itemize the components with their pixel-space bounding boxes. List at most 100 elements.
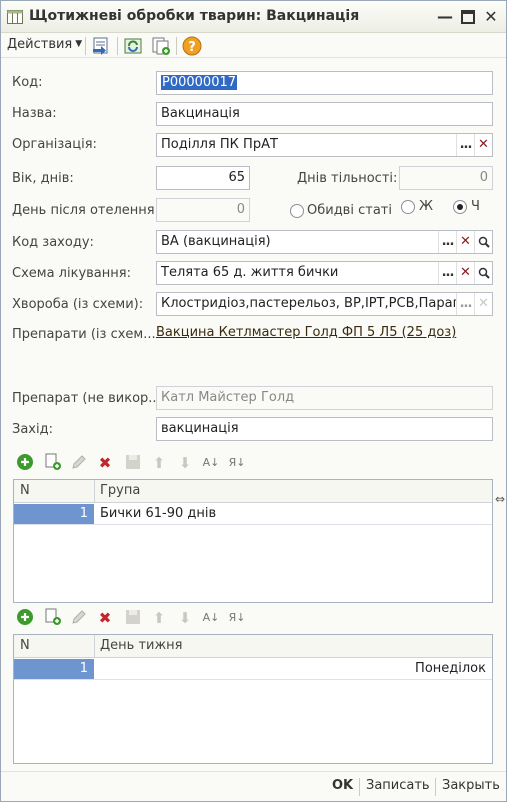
select-dots-icon[interactable]: ... bbox=[438, 262, 456, 284]
add-row-icon[interactable] bbox=[15, 608, 35, 628]
sex-male-label: Ч bbox=[471, 199, 480, 214]
sort-asc-icon[interactable]: A↓ bbox=[201, 453, 221, 473]
resize-cursor-icon: ⇔ bbox=[495, 492, 506, 506]
pregnancy-days-field: 0 bbox=[399, 166, 493, 190]
chevron-down-icon: ▼ bbox=[75, 39, 83, 49]
add-row-icon[interactable] bbox=[15, 453, 35, 473]
code-field[interactable]: P00000017 bbox=[156, 71, 493, 95]
drugs-label: Препарати (із схем... bbox=[12, 327, 156, 342]
save-disk-icon bbox=[123, 453, 143, 473]
move-up-icon: ⬆ bbox=[152, 454, 166, 472]
document-window: Щотижневі обробки тварин: Вакцинація — ✕… bbox=[0, 0, 507, 802]
actions-menu[interactable]: Действия ▼ bbox=[7, 37, 82, 52]
age-field[interactable]: 65 bbox=[156, 166, 250, 190]
organization-field[interactable]: Поділля ПК ПрАТ ... ✕ bbox=[156, 133, 493, 157]
open-magnifier-icon[interactable] bbox=[474, 262, 492, 284]
column-n[interactable]: N bbox=[20, 483, 30, 498]
title-bar[interactable]: Щотижневі обробки тварин: Вакцинація — ✕ bbox=[1, 1, 506, 33]
clear-x-icon[interactable]: ✕ bbox=[456, 231, 474, 253]
clear-x-icon[interactable]: ✕ bbox=[456, 262, 474, 284]
code-value: P00000017 bbox=[161, 75, 238, 90]
name-label: Назва: bbox=[12, 106, 57, 121]
delete-row-icon[interactable]: ✖ bbox=[95, 453, 115, 473]
actions-label: Действия bbox=[7, 37, 73, 52]
sort-asc-icon[interactable]: A↓ bbox=[201, 608, 221, 628]
edit-row-icon bbox=[69, 453, 89, 473]
column-group[interactable]: Група bbox=[100, 483, 140, 498]
sex-both-radio[interactable] bbox=[290, 204, 304, 218]
toolbar-divider bbox=[176, 37, 177, 55]
measure-label: Захід: bbox=[12, 422, 53, 437]
measure-code-field[interactable]: ВА (вакцинація) ... ✕ bbox=[156, 230, 493, 254]
edit-row-icon bbox=[69, 608, 89, 628]
copy-row-icon[interactable] bbox=[43, 608, 63, 628]
copy-doc-icon[interactable] bbox=[151, 36, 171, 56]
pregnancy-days-label: Днів тільності: bbox=[297, 171, 398, 186]
svg-text:?: ? bbox=[188, 40, 196, 55]
close-button[interactable]: Закрыть bbox=[442, 778, 500, 793]
measure-field[interactable]: вакцинація bbox=[156, 417, 493, 441]
maximize-icon[interactable] bbox=[458, 7, 478, 27]
post-and-close-icon[interactable] bbox=[91, 36, 111, 56]
help-icon[interactable]: ? bbox=[182, 36, 202, 56]
column-weekday[interactable]: День тижня bbox=[100, 638, 183, 653]
organization-value: Поділля ПК ПрАТ bbox=[161, 137, 278, 152]
measure-code-value: ВА (вакцинація) bbox=[161, 234, 271, 249]
minimize-icon[interactable]: — bbox=[435, 7, 455, 27]
organization-label: Організація: bbox=[12, 137, 97, 152]
open-magnifier-icon[interactable] bbox=[474, 231, 492, 253]
measure-code-label: Код заходу: bbox=[12, 235, 94, 250]
move-down-icon: ⬇ bbox=[178, 454, 192, 472]
document-journal-icon bbox=[7, 10, 23, 24]
drug-unused-label: Препарат (не викор... bbox=[12, 391, 161, 406]
column-divider bbox=[94, 635, 95, 658]
sort-desc-icon[interactable]: Я↓ bbox=[227, 453, 247, 473]
delete-row-icon[interactable]: ✖ bbox=[95, 608, 115, 628]
code-label: Код: bbox=[12, 75, 43, 90]
ok-button[interactable]: OK bbox=[332, 778, 353, 793]
weekdays-grid[interactable]: N День тижня 1 Понеділок bbox=[13, 634, 493, 764]
refresh-icon[interactable] bbox=[123, 36, 143, 56]
row-group-value: Бички 61-90 днів bbox=[100, 506, 217, 521]
clear-x-icon[interactable]: ✕ bbox=[474, 134, 492, 156]
drug-unused-field: Катл Майстер Голд bbox=[156, 386, 493, 410]
sort-desc-icon[interactable]: Я↓ bbox=[227, 608, 247, 628]
copy-row-icon[interactable] bbox=[43, 453, 63, 473]
groups-grid-header: N Група bbox=[14, 480, 492, 503]
save-disk-icon bbox=[123, 608, 143, 628]
sex-male-radio[interactable] bbox=[453, 200, 467, 214]
move-down-icon: ⬇ bbox=[178, 609, 192, 627]
days-after-calving-field: 0 bbox=[156, 198, 250, 222]
toolbar-divider bbox=[85, 37, 86, 55]
toolbar: Действия ▼ ? bbox=[1, 33, 506, 58]
toolbar-divider bbox=[117, 37, 118, 55]
days-after-calving-label: День після отелення: bbox=[12, 203, 159, 218]
row-number: 1 bbox=[14, 659, 94, 679]
sex-female-label: Ж bbox=[419, 199, 434, 214]
row-number: 1 bbox=[14, 504, 94, 524]
move-up-icon: ⬆ bbox=[152, 609, 166, 627]
select-dots-icon[interactable]: ... bbox=[438, 231, 456, 253]
disease-label: Хвороба (із схеми): bbox=[12, 297, 144, 312]
table-row[interactable]: 1 Понеділок bbox=[14, 659, 492, 680]
column-divider bbox=[94, 480, 95, 503]
groups-grid[interactable]: N Група 1 Бички 61-90 днів bbox=[13, 479, 493, 603]
name-field[interactable]: Вакцинація bbox=[156, 102, 493, 126]
column-n[interactable]: N bbox=[20, 638, 30, 653]
days-grid-toolbar: ✖ ⬆ ⬇ A↓ Я↓ bbox=[13, 606, 493, 630]
close-icon[interactable]: ✕ bbox=[481, 7, 501, 27]
disease-field[interactable]: Клостридіоз,пастерельоз, ВР,ІРТ,РСВ,Пара… bbox=[156, 292, 493, 316]
save-button[interactable]: Записать bbox=[366, 778, 430, 793]
treatment-scheme-label: Схема лікування: bbox=[12, 266, 131, 281]
button-divider bbox=[359, 778, 360, 796]
window-title: Щотижневі обробки тварин: Вакцинація bbox=[29, 8, 360, 24]
sex-female-radio[interactable] bbox=[401, 200, 415, 214]
drugs-link[interactable]: Вакцина Кетлмастер Голд ФП 5 Л5 (25 доз) bbox=[156, 325, 456, 340]
age-label: Вік, днів: bbox=[12, 171, 74, 186]
select-dots-icon[interactable]: ... bbox=[456, 134, 474, 156]
groups-grid-toolbar: ✖ ⬆ ⬇ A↓ Я↓ bbox=[13, 451, 493, 475]
treatment-scheme-field[interactable]: Телята 65 д. життя бички ... ✕ bbox=[156, 261, 493, 285]
table-row[interactable]: 1 Бички 61-90 днів bbox=[14, 504, 492, 525]
treatment-scheme-value: Телята 65 д. життя бички bbox=[161, 265, 339, 280]
select-dots-icon: ... bbox=[456, 293, 474, 315]
